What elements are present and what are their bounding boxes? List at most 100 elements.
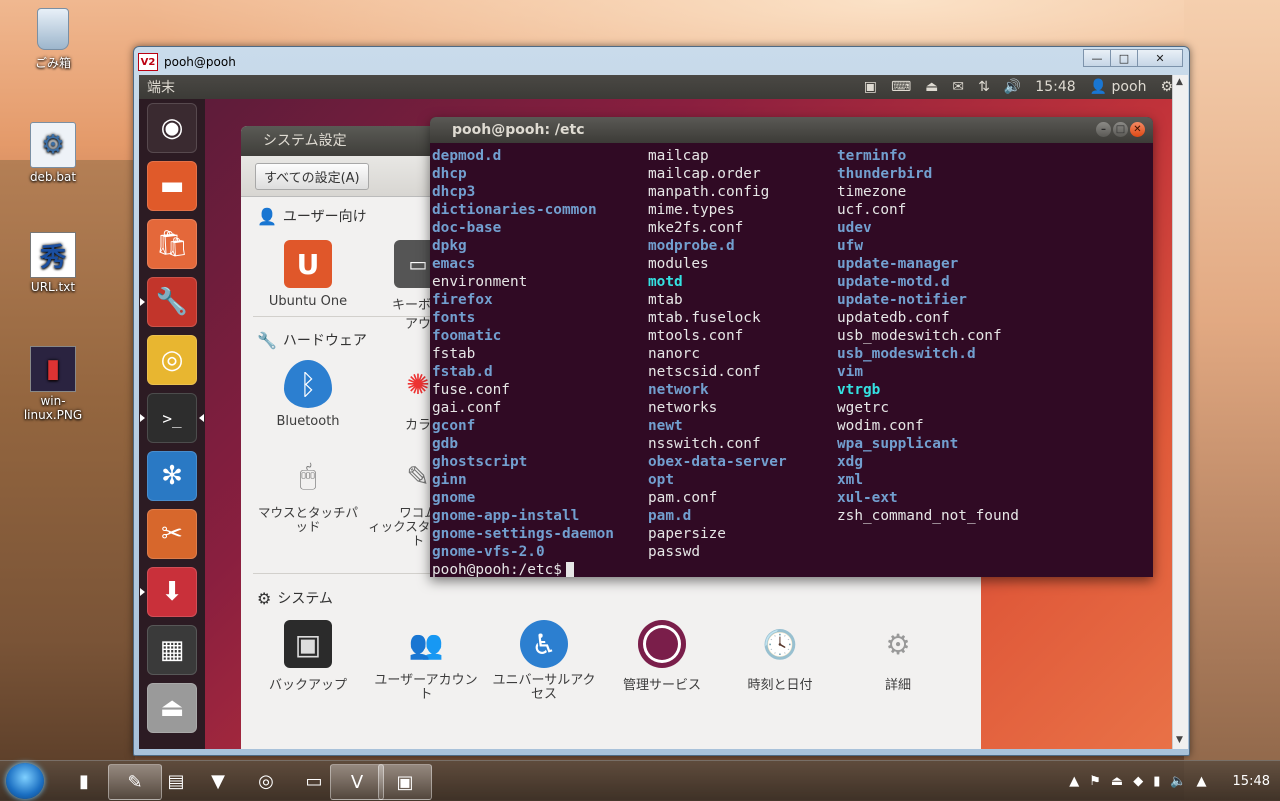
google-drive-icon[interactable]: ▲ xyxy=(1197,774,1207,789)
minimize-button[interactable]: — xyxy=(1083,49,1111,67)
software-center-icon[interactable]: 🛍 xyxy=(147,219,197,269)
shield-icon[interactable]: ▼ xyxy=(192,764,244,798)
directory-entry: wpa_supplicant xyxy=(837,436,959,452)
file-entry: wodim.conf xyxy=(837,418,924,434)
desktop-icon-label: URL.txt xyxy=(30,280,76,294)
all-settings-button[interactable]: すべての設定(A) xyxy=(255,162,369,190)
sticky-notes-icon[interactable]: ▮ xyxy=(58,764,110,798)
directory-entry: newt xyxy=(648,418,683,434)
tools-icon[interactable]: ✂ xyxy=(147,509,197,559)
usb-icon[interactable]: ⏏ xyxy=(1111,774,1123,789)
chrome-icon[interactable]: ◎ xyxy=(240,764,292,798)
settings-item-details[interactable]: ⚙ 詳細 xyxy=(843,620,953,694)
maximize-button[interactable]: □ xyxy=(1110,49,1138,67)
clock[interactable]: 15:48 xyxy=(1035,79,1075,95)
scroll-down-icon[interactable]: ▼ xyxy=(1176,735,1183,745)
directory-entry: xml xyxy=(837,472,863,488)
directory-entry: fonts xyxy=(432,310,476,326)
file-entry: passwd xyxy=(648,544,700,560)
shotwell-icon[interactable]: ✻ xyxy=(147,451,197,501)
file-entry: mailcap xyxy=(648,148,709,164)
minimize-button[interactable]: – xyxy=(1096,122,1111,137)
user-menu[interactable]: 👤 pooh xyxy=(1090,79,1147,95)
section-title: ユーザー向け xyxy=(282,209,367,225)
mail-icon[interactable]: ✉ xyxy=(952,79,964,95)
item-label: 詳細 xyxy=(884,678,911,693)
settings-item-ubuntu-one[interactable]: U Ubuntu One xyxy=(253,240,363,309)
file-entry: gai.conf xyxy=(432,400,502,416)
terminal-window[interactable]: pooh@pooh: /etc – □ ✕ depmod.d dhcp dhcp3 d… xyxy=(430,117,1153,577)
running-indicator-icon xyxy=(140,298,145,306)
image-file-icon: ▮ xyxy=(30,346,76,392)
directory-entry: firefox xyxy=(432,292,493,308)
file-entry: mtab xyxy=(648,292,683,308)
workspace-switcher-icon[interactable]: ▦ xyxy=(147,625,197,675)
settings-item-admin-services[interactable]: 管理サービス xyxy=(607,620,717,693)
action-center-flag-icon[interactable]: ⚑ xyxy=(1089,774,1101,789)
volume-icon[interactable]: 🔊 xyxy=(1004,79,1021,95)
start-button[interactable] xyxy=(6,763,44,799)
window-app-icon[interactable]: ▣ xyxy=(378,764,432,800)
system-settings-icon[interactable]: 🔧 xyxy=(147,277,197,327)
terminal-icon[interactable]: >_ xyxy=(147,393,197,443)
terminal-titlebar[interactable]: pooh@pooh: /etc – □ ✕ xyxy=(430,117,1153,143)
user-name: pooh xyxy=(1111,79,1147,95)
vm-window-controls: — □ ✕ xyxy=(1083,49,1183,67)
desktop-icon-win-linux-png[interactable]: ▮ win-linux.PNG xyxy=(13,346,93,422)
vm-titlebar[interactable]: V2 pooh@pooh xyxy=(138,51,236,73)
desktop-icon-url-txt[interactable]: 秀 URL.txt xyxy=(13,232,93,294)
scroll-up-icon[interactable]: ▲ xyxy=(1176,77,1183,87)
desktop-icon-deb-bat[interactable]: ⚙ deb.bat xyxy=(13,122,93,184)
sync-icon[interactable]: ⏏ xyxy=(925,79,938,95)
directory-entry: gconf xyxy=(432,418,476,434)
file-entry: timezone xyxy=(837,184,907,200)
update-manager-icon[interactable]: ⬇ xyxy=(147,567,197,617)
settings-item-mouse[interactable]: 🖱 マウスとタッチパッド xyxy=(253,452,363,534)
shell-prompt[interactable]: pooh@pooh:/etc$ xyxy=(432,561,574,577)
item-label: ユーザーアカウント xyxy=(374,673,478,702)
file-entry: netscsid.conf xyxy=(648,364,761,380)
symlink-entry: vtrgb xyxy=(837,382,881,398)
directory-entry: vim xyxy=(837,364,863,380)
dash-home-icon[interactable]: ◉ xyxy=(147,103,197,153)
gear-file-icon: ⚙ xyxy=(30,122,76,168)
directory-entry: update-motd.d xyxy=(837,274,950,290)
file-entry: pam.conf xyxy=(648,490,718,506)
settings-item-universal-access[interactable]: ♿ ユニバーサルアクセス xyxy=(489,620,599,702)
settings-item-backup[interactable]: ▣ バックアップ xyxy=(253,620,363,693)
directory-entry: gdb xyxy=(432,436,458,452)
accessibility-icon: ♿ xyxy=(520,620,568,668)
running-indicator-icon xyxy=(140,414,145,422)
volume-icon[interactable]: 🔈 xyxy=(1170,774,1186,789)
directory-entry: ghostscript xyxy=(432,454,528,470)
file-entry: mailcap.order xyxy=(648,166,761,182)
chrome-icon[interactable]: ◎ xyxy=(147,335,197,385)
dropbox-icon[interactable]: ◆ xyxy=(1133,774,1143,789)
taskbar-clock[interactable]: 15:48 xyxy=(1233,774,1270,789)
maximize-button[interactable]: □ xyxy=(1113,122,1128,137)
vm-vertical-scrollbar[interactable]: ▲ ▼ xyxy=(1172,75,1188,749)
display-icon[interactable]: ▣ xyxy=(864,79,877,95)
close-button[interactable]: ✕ xyxy=(1130,122,1145,137)
section-system: ⚙ システム xyxy=(257,588,333,608)
close-button[interactable]: ✕ xyxy=(1137,49,1183,67)
settings-item-time-date[interactable]: 🕓 時刻と日付 xyxy=(725,620,835,694)
network-icon[interactable]: ⇅ xyxy=(978,79,990,95)
keyboard-icon[interactable]: ⌨ xyxy=(891,79,911,95)
file-entry: mtools.conf xyxy=(648,328,744,344)
signal-icon[interactable]: ▮ xyxy=(1153,774,1160,789)
desktop-icon-recycle-bin[interactable]: ごみ箱 xyxy=(13,8,93,71)
symlink-entry: motd xyxy=(648,274,683,290)
usb-drive-icon[interactable]: ⏏ xyxy=(147,683,197,733)
section-title: ハードウェア xyxy=(282,333,367,349)
show-hidden-icons-icon[interactable]: ▲ xyxy=(1069,774,1079,789)
directory-entry: gnome-app-install xyxy=(432,508,580,524)
settings-item-user-accounts[interactable]: 👥 ユーザーアカウント xyxy=(371,620,481,702)
files-folder-icon[interactable]: ▬ xyxy=(147,161,197,211)
settings-item-bluetooth[interactable]: ᛒ Bluetooth xyxy=(253,360,363,429)
mouse-icon: 🖱 xyxy=(299,459,317,492)
desktop-icon-label: deb.bat xyxy=(29,170,77,184)
directory-entry: gnome xyxy=(432,490,476,506)
vm-app-icon[interactable]: V xyxy=(330,764,384,800)
recycle-bin-icon xyxy=(37,8,69,50)
